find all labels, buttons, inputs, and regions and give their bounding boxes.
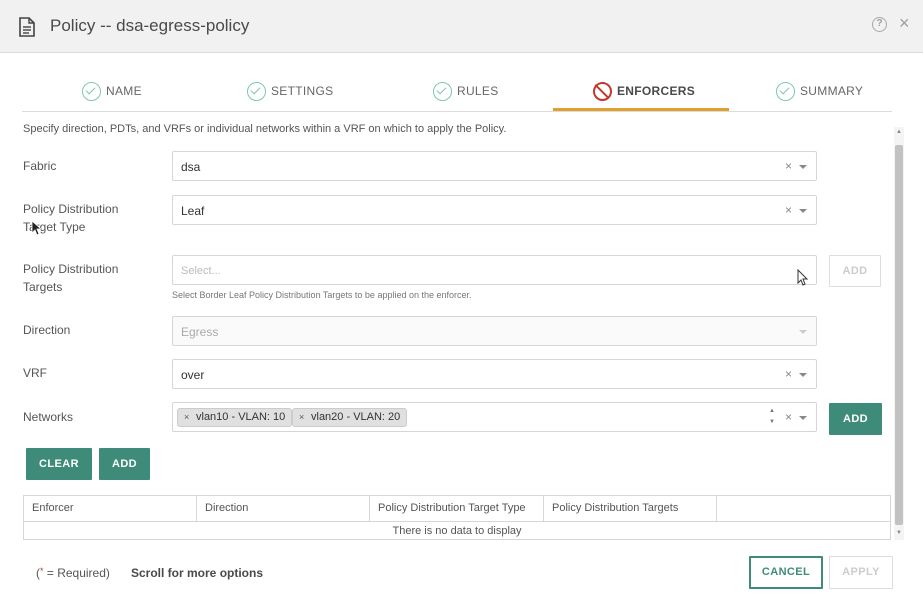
spin-down-icon[interactable]: ▼ <box>768 417 776 428</box>
step-summary[interactable]: SUMMARY <box>776 80 863 102</box>
mouse-cursor-icon <box>797 269 809 286</box>
chevron-down-icon[interactable] <box>799 165 807 169</box>
column-header[interactable]: Policy Distribution Targets <box>544 496 717 521</box>
mouse-cursor-icon <box>31 220 41 236</box>
networks-multiselect[interactable]: × vlan10 - VLAN: 10 × vlan20 - VLAN: 20 … <box>172 402 817 432</box>
close-icon[interactable]: × <box>899 13 910 34</box>
fabric-select[interactable]: dsa × <box>172 151 817 181</box>
clear-icon[interactable]: × <box>785 203 792 217</box>
chevron-down-icon[interactable] <box>799 209 807 213</box>
column-header <box>717 496 890 521</box>
pdt-targets-select[interactable]: Select... <box>172 255 817 285</box>
pdt-type-label-line1: Policy Distribution <box>23 202 119 216</box>
check-circle-icon <box>82 81 101 101</box>
step-enforcers[interactable]: ENFORCERS <box>593 80 695 102</box>
dialog-header: Policy -- dsa-egress-policy ? × <box>0 0 923 53</box>
direction-value: Egress <box>181 325 219 339</box>
document-icon <box>19 17 35 37</box>
remove-tag-icon[interactable]: × <box>299 409 304 426</box>
network-tag: × vlan10 - VLAN: 10 <box>177 408 293 427</box>
clear-icon[interactable]: × <box>785 159 792 173</box>
direction-select[interactable]: Egress <box>172 316 817 346</box>
step-name[interactable]: NAME <box>82 80 142 102</box>
section-description: Specify direction, PDTs, and VRFs or ind… <box>23 123 507 135</box>
pdt-targets-placeholder: Select... <box>181 265 221 277</box>
enforcers-table: Enforcer Direction Policy Distribution T… <box>23 495 891 540</box>
pdt-targets-hint: Select Border Leaf Policy Distribution T… <box>172 290 472 300</box>
check-circle-icon <box>776 81 795 101</box>
scrollbar-thumb[interactable] <box>895 145 903 525</box>
column-header[interactable]: Direction <box>197 496 370 521</box>
step-rules[interactable]: RULES <box>433 80 499 102</box>
dialog-title: Policy -- dsa-egress-policy <box>50 16 250 35</box>
direction-label: Direction <box>23 323 71 337</box>
pdt-targets-label: Policy Distribution Targets <box>23 260 118 296</box>
chevron-down-icon[interactable] <box>799 416 807 420</box>
pdt-type-value: Leaf <box>181 204 205 218</box>
step-label: RULES <box>457 84 499 98</box>
cancel-button[interactable]: CANCEL <box>749 556 823 589</box>
scroll-down-icon[interactable]: ▼ <box>895 530 903 536</box>
network-tag: × vlan20 - VLAN: 20 <box>292 408 408 427</box>
chevron-down-icon[interactable] <box>799 373 807 377</box>
vrf-value: over <box>181 368 205 382</box>
help-icon[interactable]: ? <box>872 17 887 32</box>
active-step-indicator <box>553 108 729 111</box>
vrf-label: VRF <box>23 366 47 380</box>
required-suffix: = Required) <box>43 566 110 580</box>
clear-button[interactable]: CLEAR <box>26 448 92 480</box>
check-circle-icon <box>247 81 266 101</box>
required-note: (* = Required) <box>36 566 110 580</box>
spin-up-icon[interactable]: ▲ <box>768 406 776 417</box>
step-label: SUMMARY <box>800 84 864 98</box>
step-settings[interactable]: SETTINGS <box>247 80 333 102</box>
scroll-hint: Scroll for more options <box>131 566 264 580</box>
fabric-value: dsa <box>181 160 201 174</box>
add-pdt-button[interactable]: ADD <box>829 255 881 287</box>
column-header[interactable]: Enforcer <box>24 496 197 521</box>
clear-icon[interactable]: × <box>785 410 792 424</box>
wizard-stepper: NAME SETTINGS RULES ENFORCERS SUMMARY <box>22 70 892 112</box>
step-label: SETTINGS <box>271 84 334 98</box>
network-tag-label: vlan20 - VLAN: 20 <box>311 411 401 423</box>
check-circle-icon <box>433 81 452 101</box>
fabric-label: Fabric <box>23 159 57 173</box>
clear-icon[interactable]: × <box>785 367 792 381</box>
pdt-type-select[interactable]: Leaf × <box>172 195 817 225</box>
networks-label: Networks <box>23 410 74 424</box>
add-network-button[interactable]: ADD <box>829 403 882 435</box>
prohibited-icon <box>593 81 612 101</box>
scroll-spinner[interactable]: ▲ ▼ <box>768 406 776 428</box>
add-enforcer-button[interactable]: ADD <box>99 448 150 480</box>
step-label: NAME <box>106 84 142 98</box>
step-label: ENFORCERS <box>617 84 696 98</box>
vrf-select[interactable]: over × <box>172 359 817 389</box>
remove-tag-icon[interactable]: × <box>184 409 189 426</box>
pdt-targets-label-line2: Targets <box>23 280 63 294</box>
pdt-targets-label-line1: Policy Distribution <box>23 262 119 276</box>
chevron-down-icon <box>799 330 807 334</box>
empty-row: There is no data to display <box>24 521 890 540</box>
apply-button[interactable]: APPLY <box>829 556 893 589</box>
network-tag-label: vlan10 - VLAN: 10 <box>196 411 286 423</box>
scroll-up-icon[interactable]: ▲ <box>895 129 903 135</box>
column-header[interactable]: Policy Distribution Target Type <box>370 496 544 521</box>
